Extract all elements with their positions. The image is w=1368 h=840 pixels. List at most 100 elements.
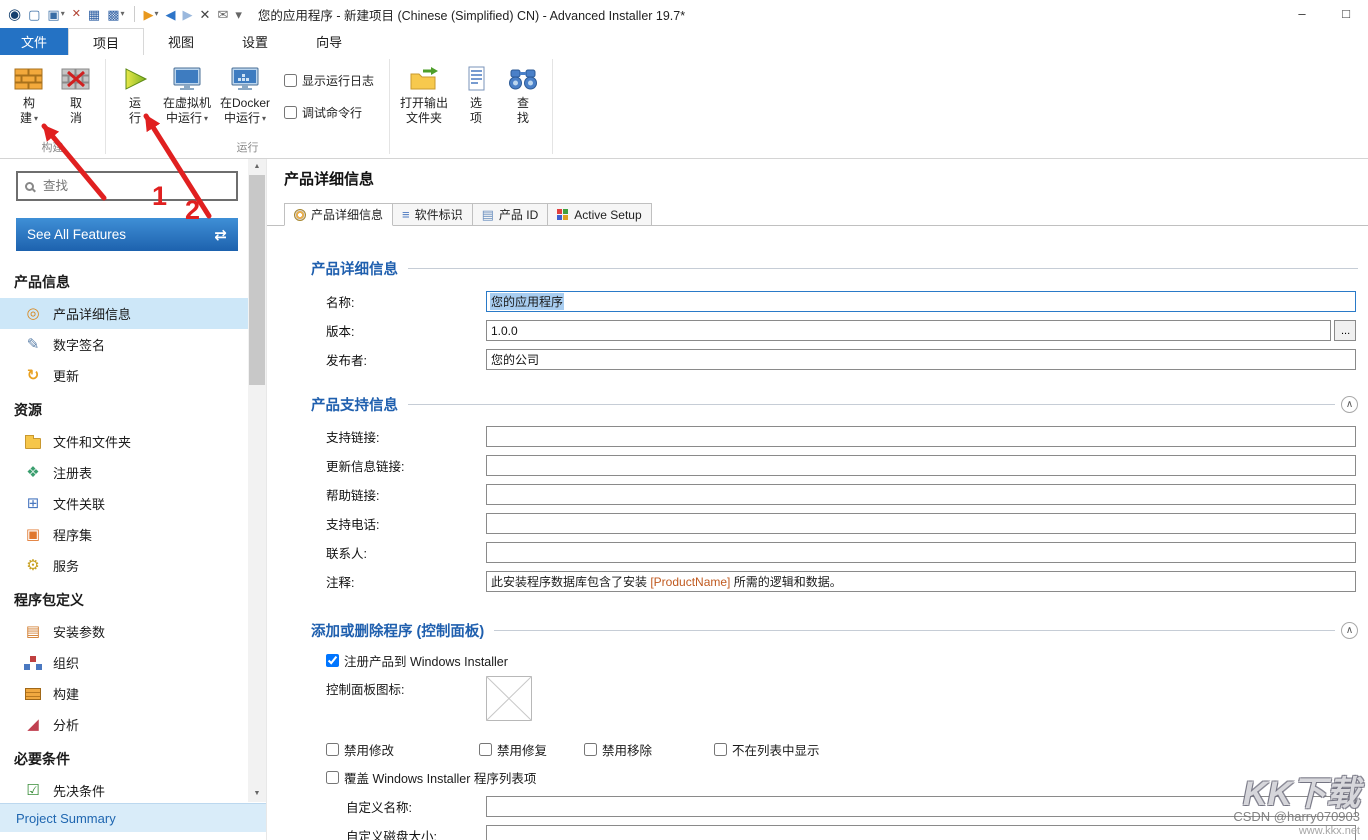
run-options: 显示运行日志 调试命令行 — [284, 60, 374, 121]
disable-modify-checkbox-input[interactable] — [326, 743, 339, 756]
disable-remove-checkbox-input[interactable] — [584, 743, 597, 756]
folder-icon — [24, 435, 42, 449]
search-input[interactable] — [41, 178, 229, 194]
save-as-icon[interactable]: ▩▾ — [107, 8, 124, 21]
project-summary-link[interactable]: Project Summary — [0, 803, 266, 832]
publisher-input[interactable] — [486, 349, 1356, 370]
tab-view[interactable]: 视图 — [144, 28, 218, 55]
sidebar-item-digital-signature[interactable]: ✎ 数字签名 — [0, 329, 248, 360]
help-link-input[interactable] — [486, 484, 1356, 505]
version-browse-button[interactable]: ... — [1334, 320, 1356, 341]
find-button[interactable]: 查 找 — [501, 60, 545, 128]
override-entry-checkbox-input[interactable] — [326, 771, 339, 784]
comments-input[interactable]: 此安装程序数据库包含了安装 [ProductName] 所需的逻辑和数据。 — [486, 571, 1356, 592]
main-panel: 产品详细信息 产品详细信息 ≡ 软件标识 ▤ 产品 ID Active Setu… — [266, 159, 1368, 840]
support-phone-input[interactable] — [486, 513, 1356, 534]
forward-icon[interactable]: ▶ — [183, 8, 193, 21]
update-info-link-input[interactable] — [486, 455, 1356, 476]
group-label-run: 运行 — [106, 138, 389, 158]
sidebar-item-install-parameters[interactable]: ▤ 安装参数 — [0, 616, 248, 647]
sidebar-item-builds[interactable]: 构建 — [0, 678, 248, 709]
install-parameters-icon: ▤ — [24, 624, 42, 639]
sidebar-scrollbar[interactable]: ▲ ▼ — [248, 159, 266, 802]
see-all-features-button[interactable]: See All Features ⇄ — [16, 218, 238, 251]
sidebar-item-file-associations[interactable]: ⊞ 文件关联 — [0, 488, 248, 519]
product-details-icon: ◎ — [24, 306, 42, 321]
sidebar-item-registry[interactable]: ❖ 注册表 — [0, 457, 248, 488]
disable-modify-checkbox[interactable]: 禁用修改 — [326, 740, 479, 759]
sidebar-item-updates[interactable]: ↻ 更新 — [0, 360, 248, 391]
support-link-input[interactable] — [486, 426, 1356, 447]
scroll-down-icon[interactable]: ▼ — [248, 786, 266, 802]
back-icon[interactable]: ◀ — [166, 8, 176, 21]
comments-row: 注释: 此安装程序数据库包含了安装 [ProductName] 所需的逻辑和数据… — [267, 571, 1356, 592]
maximize-button[interactable]: □ — [1324, 0, 1368, 28]
scroll-up-icon[interactable]: ▲ — [248, 159, 266, 175]
feedback-mail-icon[interactable]: ✉ — [217, 8, 228, 21]
quick-build-icon[interactable]: ▶▾ — [144, 8, 159, 21]
minimize-button[interactable]: – — [1280, 0, 1324, 28]
hide-from-list-checkbox-input[interactable] — [714, 743, 727, 756]
update-info-link-row: 更新信息链接: — [267, 455, 1356, 476]
show-run-log-checkbox-input[interactable] — [284, 74, 297, 87]
customize-toolbar-icon[interactable]: ▾ — [235, 8, 242, 21]
tab-wizard[interactable]: 向导 — [292, 28, 366, 55]
tab-active-setup[interactable]: Active Setup — [548, 203, 651, 226]
custom-name-input[interactable] — [486, 796, 1356, 817]
collapse-arp-button[interactable]: ∧ — [1341, 622, 1358, 639]
sidebar-item-analytics[interactable]: ◢ 分析 — [0, 709, 248, 740]
collapse-support-button[interactable]: ∧ — [1341, 396, 1358, 413]
disable-repair-checkbox[interactable]: 禁用修复 — [479, 740, 584, 759]
disable-remove-checkbox[interactable]: 禁用移除 — [584, 740, 714, 759]
control-panel-icon-placeholder[interactable] — [486, 676, 532, 724]
hide-from-list-checkbox[interactable]: 不在列表中显示 — [714, 740, 820, 759]
tab-file[interactable]: 文件 — [0, 28, 68, 55]
support-link-row: 支持链接: — [267, 426, 1356, 447]
ribbon: 构 建▾ 取 消 构建 — [0, 55, 1368, 159]
tab-product-details[interactable]: 产品详细信息 — [284, 203, 393, 226]
digital-signature-icon: ✎ — [24, 337, 42, 352]
sidebar-item-prerequisites[interactable]: ☑ 先决条件 — [0, 775, 248, 800]
show-run-log-checkbox[interactable]: 显示运行日志 — [284, 72, 374, 89]
disable-repair-checkbox-input[interactable] — [479, 743, 492, 756]
options-button[interactable]: 选 项 — [454, 60, 498, 128]
register-product-checkbox[interactable]: 注册产品到 Windows Installer — [326, 651, 508, 670]
organization-icon — [24, 655, 42, 670]
sidebar-item-assemblies[interactable]: ▣ 程序集 — [0, 519, 248, 550]
run-button[interactable]: 运 行 — [113, 60, 157, 128]
build-button[interactable]: 构 建▾ — [7, 60, 51, 128]
register-product-checkbox-input[interactable] — [326, 654, 339, 667]
contact-input[interactable] — [486, 542, 1356, 563]
open-project-icon[interactable]: ▣▾ — [47, 8, 64, 21]
sidebar-item-services[interactable]: ⚙ 服务 — [0, 550, 248, 581]
tab-settings[interactable]: 设置 — [218, 28, 292, 55]
debug-command-line-checkbox[interactable]: 调试命令行 — [284, 104, 374, 121]
product-name-input[interactable]: 您的应用程序 — [486, 291, 1356, 312]
tab-project[interactable]: 项目 — [68, 28, 144, 55]
sidebar-item-product-details[interactable]: ◎ 产品详细信息 — [0, 298, 248, 329]
analytics-icon: ◢ — [24, 717, 42, 732]
sidebar-item-organization[interactable]: 组织 — [0, 647, 248, 678]
cancel-build-button[interactable]: 取 消 — [54, 60, 98, 128]
custom-disk-size-input[interactable] — [486, 825, 1356, 840]
close-icon[interactable]: ✕ — [200, 8, 211, 21]
tab-software-identification[interactable]: ≡ 软件标识 — [393, 203, 473, 226]
override-entry-checkbox[interactable]: 覆盖 Windows Installer 程序列表项 — [326, 768, 536, 787]
version-input[interactable] — [486, 320, 1331, 341]
search-box[interactable] — [16, 171, 238, 201]
close-project-icon[interactable]: ✕ — [72, 9, 81, 20]
new-project-icon[interactable]: ▢ — [28, 8, 40, 21]
run-in-vm-button[interactable]: 在虚拟机 中运行▾ — [160, 60, 214, 128]
quick-access-toolbar: ◉ ▢ ▣▾ ✕ ▦ ▩▾ ▶▾ ◀ ▶ ✕ ✉ ▾ — [0, 6, 242, 22]
debug-command-line-checkbox-input[interactable] — [284, 106, 297, 119]
run-in-docker-button[interactable]: 在Docker 中运行▾ — [217, 60, 273, 128]
register-product-row: 注册产品到 Windows Installer — [267, 651, 1368, 670]
save-icon[interactable]: ▦ — [88, 8, 100, 21]
product-id-tab-icon: ▤ — [482, 207, 494, 223]
open-output-folder-button[interactable]: 打开输出 文件夹 — [397, 60, 451, 128]
scrollbar-thumb[interactable] — [249, 175, 265, 385]
sidebar-item-files-folders[interactable]: 文件和文件夹 — [0, 426, 248, 457]
dropdown-icon: ▾ — [121, 10, 125, 18]
custom-disk-size-row: 自定义磁盘大小: — [267, 825, 1356, 840]
tab-product-ids[interactable]: ▤ 产品 ID — [473, 203, 549, 226]
